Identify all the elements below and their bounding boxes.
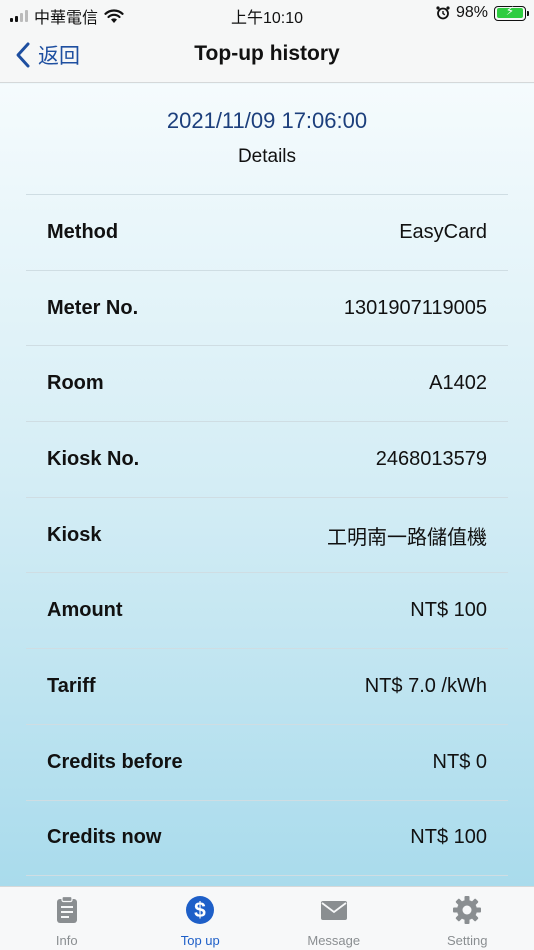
svg-text:$: $ bbox=[194, 899, 206, 922]
status-right: 98% ⚡ bbox=[436, 3, 529, 22]
detail-label: Credits now bbox=[47, 826, 162, 849]
detail-label: Meter No. bbox=[47, 296, 139, 319]
page-title: Top-up history bbox=[194, 42, 340, 65]
gear-icon bbox=[453, 896, 482, 924]
detail-value: NT$ 100 bbox=[410, 599, 487, 622]
tab-bar: Info $ Top up Message Setting bbox=[0, 886, 534, 950]
detail-label: Amount bbox=[47, 599, 123, 622]
tab-message[interactable]: Message bbox=[267, 887, 401, 950]
detail-label: Credits before bbox=[47, 750, 183, 773]
detail-value: 工明南一路儲值機 bbox=[327, 526, 487, 549]
detail-row-kiosk: Kiosk 工明南一路儲值機 bbox=[26, 496, 508, 573]
details-list: Method EasyCard Meter No. 1301907119005 … bbox=[26, 194, 508, 877]
detail-label: Room bbox=[47, 372, 104, 395]
navigation-bar: 返回 Top-up history bbox=[0, 28, 534, 83]
detail-label: Kiosk bbox=[47, 523, 102, 546]
topup-detail-content[interactable]: 2021/11/09 17:06:00 Details Method EasyC… bbox=[0, 84, 534, 886]
detail-value: NT$ 0 bbox=[432, 750, 487, 773]
detail-row-amount: Amount NT$ 100 bbox=[26, 572, 508, 648]
tab-top-up[interactable]: $ Top up bbox=[134, 887, 268, 950]
tab-setting[interactable]: Setting bbox=[401, 887, 534, 950]
envelope-icon bbox=[320, 901, 347, 920]
detail-value: 1301907119005 bbox=[343, 296, 487, 319]
charging-bolt-icon: ⚡ bbox=[505, 3, 515, 18]
detail-row-credits-now: Credits now NT$ 100 bbox=[26, 799, 508, 876]
dollar-icon: $ bbox=[186, 896, 215, 924]
detail-row-meter-no: Meter No. 1301907119005 bbox=[26, 269, 508, 346]
detail-label: Tariff bbox=[47, 674, 96, 697]
tab-label: Setting bbox=[447, 933, 488, 948]
detail-value: NT$ 7.0 /kWh bbox=[364, 674, 487, 697]
detail-row-kiosk-no: Kiosk No. 2468013579 bbox=[26, 421, 508, 497]
clipboard-icon bbox=[56, 895, 77, 923]
battery-percent: 98% bbox=[455, 4, 488, 21]
detail-row-credits-before: Credits before NT$ 0 bbox=[26, 723, 508, 800]
tab-info[interactable]: Info bbox=[0, 887, 134, 950]
detail-value: NT$ 100 bbox=[410, 826, 487, 849]
status-bar: 中華電信 上午10:10 98% ⚡ bbox=[0, 0, 534, 28]
details-heading: Details bbox=[237, 146, 297, 167]
tab-label: Top up bbox=[180, 933, 220, 948]
alarm-icon bbox=[436, 6, 450, 20]
detail-value: 2468013579 bbox=[375, 447, 487, 470]
battery-icon: ⚡ bbox=[494, 3, 529, 21]
detail-row-room: Room A1402 bbox=[26, 345, 508, 421]
detail-row-tariff: Tariff NT$ 7.0 /kWh bbox=[26, 648, 508, 724]
tab-label: Info bbox=[55, 933, 78, 948]
tab-label: Message bbox=[307, 933, 361, 948]
detail-label: Kiosk No. bbox=[47, 447, 140, 470]
detail-row-divider-end bbox=[26, 875, 508, 877]
record-datetime: 2021/11/09 17:06:00 bbox=[166, 108, 368, 133]
detail-value: A1402 bbox=[429, 372, 487, 395]
detail-value: EasyCard bbox=[399, 220, 487, 243]
detail-row-method: Method EasyCard bbox=[26, 194, 508, 270]
detail-label: Method bbox=[47, 220, 119, 243]
